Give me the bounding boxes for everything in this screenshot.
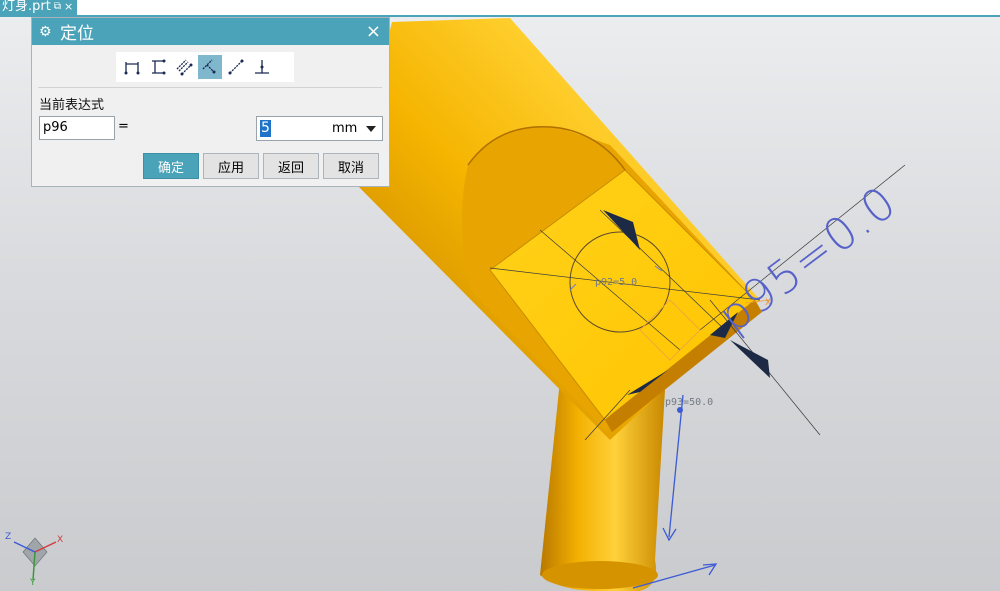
z-axis-label: Z [5,532,12,542]
equals-sign: = [118,119,129,134]
expression-value[interactable]: 5 [260,120,271,137]
dialog-title: 定位 [60,24,94,44]
expression-name-field[interactable]: p96 [39,116,115,140]
horizontal-dim-icon[interactable] [120,55,144,79]
x-axis-label: X [57,535,64,545]
dimension-p92-label[interactable]: p92=5.0 [595,277,637,288]
y-axis-label: Y [30,578,36,588]
unit-select[interactable]: mm [332,121,357,136]
file-tab-title: 灯身.prt [2,0,51,14]
point-to-point-icon[interactable] [224,55,248,79]
dialog-title-bar[interactable]: ⚙ 定位 × [32,18,389,45]
apply-button[interactable]: 应用 [203,153,259,179]
pin-icon[interactable]: ⧉ [54,0,61,15]
cancel-button[interactable]: 取消 [323,153,379,179]
close-icon[interactable]: × [366,21,381,42]
parallel-dim-icon[interactable] [172,55,196,79]
point-on-line-icon[interactable] [250,55,274,79]
expression-value-field[interactable]: 5 mm [256,116,383,141]
file-tab[interactable]: 灯身.prt ⧉ × [0,0,78,15]
vertical-dim-icon[interactable] [146,55,170,79]
perpendicular-dim-icon[interactable] [198,55,222,79]
positioning-dialog: ⚙ 定位 × 当前表达式 p96 = 5 mm 确定 应用 返回 取消 [31,17,390,187]
file-tab-bar: 灯身.prt ⧉ × [0,0,1000,17]
gear-icon[interactable]: ⚙ [39,25,53,39]
close-tab-icon[interactable]: × [64,0,73,15]
positioning-method-toolbar [116,52,294,82]
dialog-divider [38,87,382,88]
back-button[interactable]: 返回 [263,153,319,179]
ok-button[interactable]: 确定 [143,153,199,179]
coordinate-triad [13,537,57,581]
expression-label: 当前表达式 [39,98,105,113]
dimension-p93-label[interactable]: p93=50.0 [665,397,713,408]
chevron-down-icon[interactable] [366,126,376,132]
